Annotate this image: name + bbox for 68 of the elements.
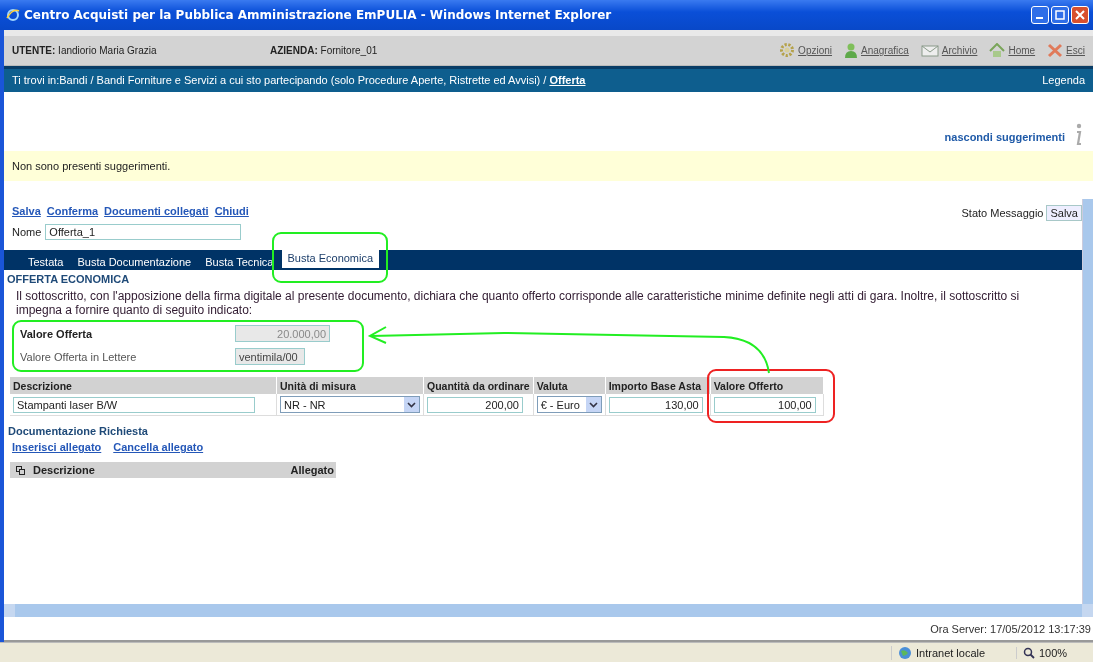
horizontal-scrollbar[interactable]: [4, 604, 1093, 618]
user-name: UTENTE: Iandiorio Maria Grazia: [12, 44, 158, 56]
zoom-icon: [1023, 646, 1035, 659]
suggestions-message: Non sono presenti suggerimenti.: [12, 159, 171, 172]
minimize-button[interactable]: [1031, 6, 1049, 24]
breadcrumb-path: Ti trovi in:Bandi / Bandi Forniture e Servizi a cui sto partecipando (solo Procedure Aperte, Ristrette ed Avvisi) / Offerta: [12, 74, 587, 87]
offer-value-field: 20.000,00: [235, 325, 330, 343]
toolbar-link[interactable]: Conferma: [46, 205, 99, 218]
documents-title: Documentazione Richiesta: [7, 424, 149, 438]
name-field[interactable]: Offerta_1: [45, 224, 242, 241]
toolbar-link[interactable]: Documenti collegati: [104, 205, 209, 218]
legend-link[interactable]: Legenda: [1042, 74, 1085, 87]
breadcrumb-link[interactable]: Offerta: [549, 74, 586, 87]
document-link[interactable]: Cancella allegato: [113, 441, 204, 454]
message-status-label: Stato Messaggio: [961, 207, 1044, 220]
dropdown[interactable]: NR - NR: [280, 396, 420, 414]
toolbar-link[interactable]: Chiudi: [214, 205, 249, 218]
number-field[interactable]: 100,00: [713, 396, 816, 413]
number-field[interactable]: 200,00: [427, 396, 523, 413]
maximize-icon: [1055, 10, 1065, 20]
section-title: OFFERTA ECONOMICA: [6, 272, 131, 286]
tab[interactable]: Busta Documentazione: [71, 254, 198, 271]
header-link[interactable]: Anagrafica: [844, 42, 909, 59]
message-status-field: Salva: [1046, 205, 1082, 222]
globe-icon: [898, 645, 912, 660]
exit-icon: [1047, 42, 1064, 58]
minimize-icon: [1035, 17, 1043, 19]
close-icon: [1075, 10, 1085, 20]
column-header: Descrizione: [33, 464, 95, 477]
column-header: Valuta: [533, 377, 606, 395]
window-title: Centro Acquisti per la Pubblica Amministrazione EmPULIA - Windows Internet Explorer: [24, 8, 613, 22]
offer-value-field: ventimila/00: [235, 348, 305, 366]
column-header: Importo Base Asta: [605, 377, 711, 395]
browser-logo-icon: [6, 8, 20, 22]
column-header: Valore Offerto: [713, 379, 784, 392]
tab[interactable]: Testata: [22, 254, 70, 271]
tab[interactable]: Busta Economica: [281, 250, 380, 269]
close-button[interactable]: [1071, 6, 1089, 24]
offer-label: Valore Offerta: [20, 327, 94, 340]
column-header: Unità di misura: [276, 377, 424, 395]
server-time: Ora Server: 17/05/2012 13:17:39: [930, 622, 1091, 635]
zoom-level[interactable]: 100%: [1039, 646, 1068, 659]
name-label: Nome: [12, 226, 42, 239]
header-link[interactable]: Opzioni: [779, 42, 832, 59]
column-header: Quantità da ordinare: [423, 377, 534, 395]
person-icon: [844, 42, 858, 59]
maximize-button[interactable]: [1051, 6, 1069, 24]
document-link[interactable]: Inserisci allegato: [12, 441, 102, 454]
column-header: Allegato: [290, 464, 335, 477]
copy-icon: [16, 465, 25, 475]
vertical-scrollbar[interactable]: [1082, 199, 1093, 605]
header-link[interactable]: Esci: [1047, 42, 1085, 58]
text-field[interactable]: Stampanti laser B/W: [13, 396, 255, 413]
company-name: AZIENDA: Fornitore_01: [270, 44, 379, 56]
envelope-icon: [920, 43, 939, 58]
offer-label: Valore Offerta in Lettere: [20, 350, 138, 363]
header-link[interactable]: Archivio: [920, 43, 978, 58]
header-link[interactable]: Home: [989, 42, 1036, 58]
declaration-text: Il sottoscritto, con l'apposizione della firma digitale al presente documento, dichiara che quanto offerto corrisponde alle caratteristiche minime definite negli atti di gara. Inoltre, il sottoscritto si impegna a fornire quanto di seguito indicato:: [15, 288, 1021, 318]
security-zone: Intranet locale: [916, 646, 986, 659]
gear-icon: [779, 42, 796, 59]
toolbar-link[interactable]: Salva: [12, 205, 41, 218]
dropdown[interactable]: € - Euro: [536, 396, 602, 414]
number-field[interactable]: 130,00: [608, 396, 703, 413]
tab[interactable]: Busta Tecnica: [199, 254, 280, 271]
column-header: Descrizione: [10, 377, 277, 395]
house-icon: [989, 42, 1006, 58]
hide-suggestions-link[interactable]: nascondi suggerimenti: [944, 130, 1065, 143]
